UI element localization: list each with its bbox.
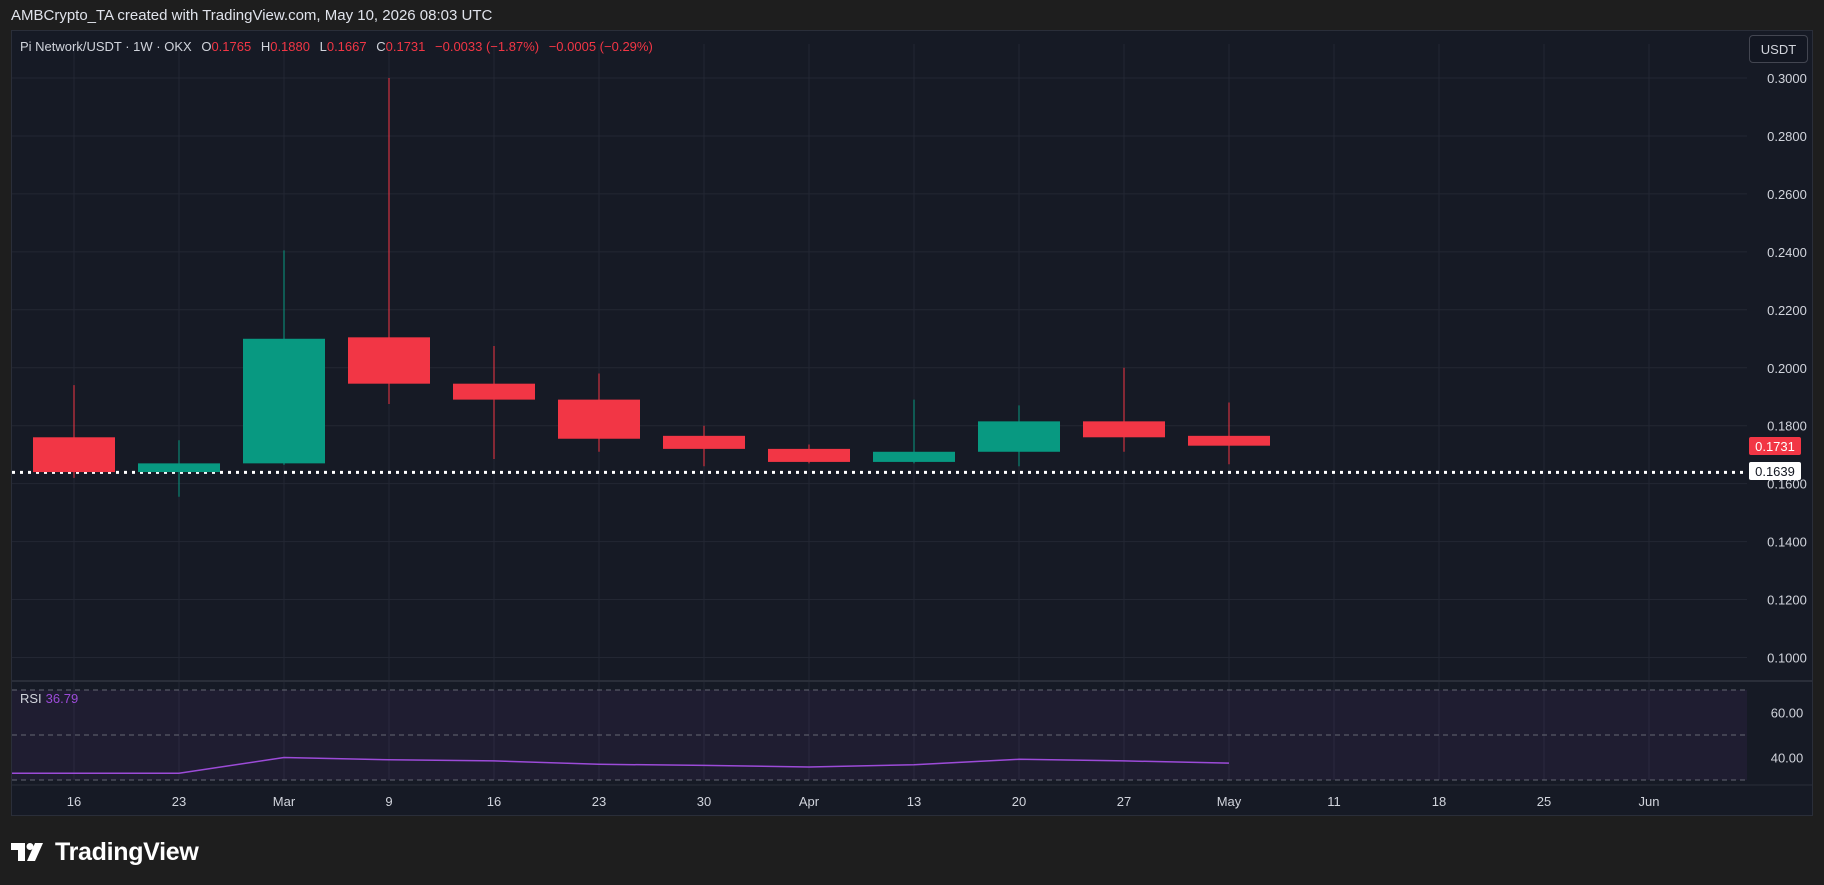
candle-body	[1083, 421, 1165, 438]
tradingview-logo-icon	[11, 843, 43, 861]
candle	[978, 405, 1060, 467]
candle	[33, 385, 115, 478]
x-tick-label: 13	[907, 794, 921, 809]
x-tick-label: Apr	[799, 794, 820, 809]
y-tick-label: 0.3000	[1767, 71, 1807, 86]
candle	[768, 444, 850, 464]
candles	[33, 78, 1270, 497]
candle-body	[348, 337, 430, 384]
ohlc-low-value: 0.1667	[326, 39, 367, 54]
candle	[663, 425, 745, 467]
candle-body	[663, 435, 745, 449]
level-price-tag: 0.1639	[1749, 462, 1801, 480]
ohlc-close-value: 0.1731	[385, 39, 426, 54]
x-tick-label: 25	[1537, 794, 1551, 809]
last-price-tag: 0.1731	[1749, 437, 1801, 455]
candle	[348, 78, 430, 404]
candle-body	[453, 383, 535, 400]
x-tick-label: 23	[172, 794, 186, 809]
symbol-name[interactable]: Pi Network/USDT · 1W · OKX	[20, 39, 192, 54]
candle	[873, 399, 955, 464]
x-tick-label: 9	[385, 794, 392, 809]
ohlc-change-secondary: −0.0005 (−0.29%)	[548, 39, 653, 54]
candle	[1083, 367, 1165, 452]
candle-body	[33, 437, 115, 473]
ohlc-close-label: C	[376, 39, 386, 54]
candle	[558, 373, 640, 452]
symbol-legend: Pi Network/USDT · 1W · OKX O0.1765 H0.18…	[20, 39, 653, 54]
rsi-value: 36.79	[45, 691, 79, 706]
candle-body	[1188, 435, 1270, 446]
chart-canvas[interactable]: 16 23 Mar 9 16 23 30 Apr 13 20 27 May 11 18 25 Jun 0.100…	[0, 0, 1824, 885]
x-tick-label: 16	[487, 794, 501, 809]
x-tick-label: 27	[1117, 794, 1131, 809]
candle-body	[138, 463, 220, 473]
y-tick-label: 0.2000	[1767, 361, 1807, 376]
ohlc-high-value: 0.1880	[270, 39, 310, 54]
rsi-pane	[12, 689, 1747, 781]
y-tick-label: 0.1800	[1767, 419, 1807, 434]
candle-body	[873, 451, 955, 462]
y-tick-label: 0.2200	[1767, 303, 1807, 318]
x-tick-label: 30	[697, 794, 711, 809]
ohlc-open-value: 0.1765	[211, 39, 252, 54]
x-tick-label: 11	[1327, 794, 1341, 809]
candle	[243, 250, 325, 465]
tradingview-logo-text: TradingView	[55, 837, 199, 866]
x-tick-label: Jun	[1639, 794, 1660, 809]
y-tick-label: 0.1000	[1767, 651, 1807, 666]
candle-body	[978, 421, 1060, 452]
ohlc-high-label: H	[260, 39, 271, 54]
y-tick-label: 0.2400	[1767, 245, 1807, 260]
currency-button[interactable]: USDT	[1749, 35, 1808, 63]
candle-body	[768, 448, 850, 462]
ohlc-change: −0.0033 (−1.87%)	[435, 39, 540, 54]
y-tick-label: 0.2600	[1767, 187, 1807, 202]
x-tick-label: May	[1217, 794, 1242, 809]
candle-body	[558, 399, 640, 439]
rsi-y-tick-label: 60.00	[1771, 706, 1804, 721]
x-tick-label: Mar	[273, 794, 296, 809]
y-tick-label: 0.1200	[1767, 593, 1807, 608]
rsi-name[interactable]: RSI	[20, 691, 42, 706]
candle	[453, 346, 535, 460]
candle-body	[243, 338, 325, 464]
ohlc-low-label: L	[319, 39, 327, 54]
rsi-legend: RSI 36.79	[20, 691, 78, 706]
rsi-y-tick-label: 40.00	[1771, 751, 1804, 766]
ohlc-open-label: O	[201, 39, 212, 54]
x-tick-label: 23	[592, 794, 606, 809]
tradingview-logo[interactable]: TradingView	[11, 837, 199, 867]
x-tick-label: 18	[1432, 794, 1446, 809]
x-tick-label: 20	[1012, 794, 1026, 809]
x-tick-label: 16	[67, 794, 81, 809]
candle	[1188, 402, 1270, 465]
candle	[138, 440, 220, 497]
y-tick-label: 0.2800	[1767, 129, 1807, 144]
y-tick-label: 0.1400	[1767, 535, 1807, 550]
